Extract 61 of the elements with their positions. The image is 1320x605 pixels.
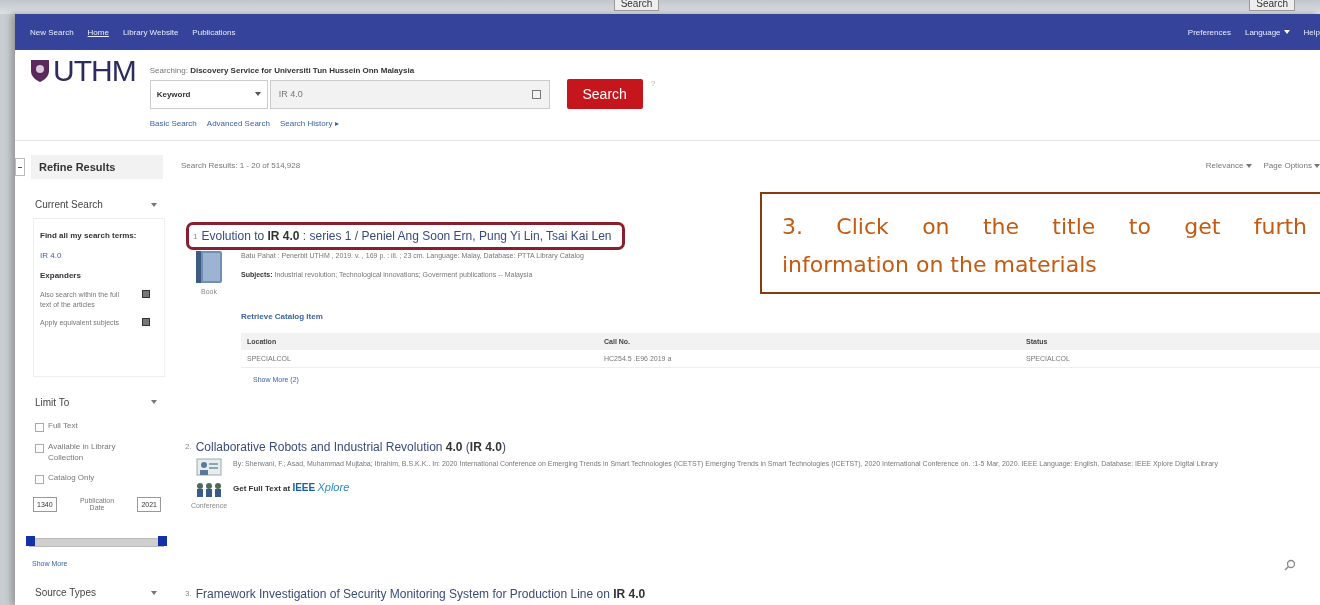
- search-link[interactable]: Advanced Search: [206, 119, 270, 128]
- nav-link[interactable]: Home: [87, 27, 109, 37]
- search-link[interactable]: Search History ▸: [279, 119, 339, 128]
- result-title-link[interactable]: Collaborative Robots and Industrial Revolution 4.0 (IR 4.0): [195, 439, 506, 454]
- nav-link[interactable]: New Search: [30, 27, 74, 37]
- field-select[interactable]: Keyword: [149, 79, 268, 109]
- checkbox[interactable]: [35, 422, 44, 432]
- nav-link[interactable]: Help: [1303, 27, 1320, 37]
- result-number: 1: [193, 231, 198, 241]
- caret-icon: [1245, 163, 1252, 168]
- checkbox[interactable]: [35, 475, 44, 485]
- caret-icon: [151, 590, 157, 595]
- database-name: Discovery Service for Universiti Tun Hussein Onn Malaysia: [190, 66, 415, 75]
- search-button[interactable]: Search: [613, 0, 660, 11]
- dropdown-menu[interactable]: Relevance: [1205, 161, 1252, 170]
- slider-handle[interactable]: [158, 536, 167, 547]
- find-label: Find all my search terms:: [40, 231, 138, 242]
- section-heading[interactable]: Current Search: [35, 199, 103, 210]
- expanders-heading: Expanders: [40, 270, 82, 282]
- result-number: 3.: [185, 589, 192, 599]
- magnifier-icon[interactable]: [1284, 558, 1296, 571]
- shield-icon: [30, 59, 50, 83]
- result-title-link[interactable]: Evolution to IR 4.0 : series 1 / Peniel Ang Soon Ern, Pung Yi Lin, Tsai Kai Len: [201, 229, 612, 243]
- checkbox-label: Available in Library Collection: [48, 441, 117, 464]
- section-heading[interactable]: Source Types: [35, 587, 96, 599]
- callout-text: information on the materials: [782, 251, 1098, 279]
- language-menu[interactable]: Language: [1244, 27, 1290, 37]
- nav-link[interactable]: Preferences: [1187, 27, 1231, 37]
- result-number: 2.: [185, 442, 192, 452]
- caret-icon: [1314, 163, 1320, 168]
- conference-icon: [194, 457, 224, 498]
- caret-icon: [1283, 30, 1290, 34]
- nav-link[interactable]: Publications: [192, 27, 236, 37]
- caret-icon: [151, 202, 157, 207]
- book-icon: [195, 250, 223, 284]
- callout-text: 3. Click on the title to get furth: [782, 213, 1307, 241]
- collapse-button[interactable]: [15, 158, 25, 176]
- panel-title: Refine Results: [31, 155, 163, 179]
- search-button[interactable]: Search: [1249, 0, 1295, 11]
- caret-icon: [151, 400, 157, 405]
- checkbox-label: Catalog Only: [48, 473, 96, 485]
- university-logo[interactable]: UTHM: [30, 54, 136, 88]
- slider-handle[interactable]: [26, 536, 35, 547]
- search-link[interactable]: Basic Search: [149, 119, 197, 128]
- results-count: Search Results: 1 - 20 of 514,928: [181, 161, 301, 170]
- clear-icon[interactable]: [531, 89, 541, 99]
- checkbox[interactable]: [35, 443, 44, 453]
- searching-label: Searching:: [149, 66, 188, 75]
- checkbox-label: Full Text: [48, 420, 79, 432]
- search-term-link[interactable]: IR 4.0: [40, 250, 158, 262]
- search-field[interactable]: IR 4.0: [269, 79, 550, 109]
- caret-icon: [254, 92, 261, 96]
- nav-link[interactable]: Library Website: [122, 27, 179, 37]
- toggle-icon[interactable]: [142, 290, 150, 299]
- section-heading[interactable]: Limit To: [35, 396, 70, 408]
- result-title-link[interactable]: Framework Investigation of Security Monitoring System for Production Line on IR 4.0: [195, 586, 646, 601]
- dropdown-menu[interactable]: Page Options: [1263, 161, 1320, 170]
- search-button[interactable]: Search: [566, 79, 643, 109]
- catalog-link[interactable]: Retrieve Catalog Item: [241, 312, 323, 322]
- full-text-link[interactable]: Get Full Text at IEEE Xplore: [233, 481, 350, 494]
- toggle-icon[interactable]: [142, 318, 150, 327]
